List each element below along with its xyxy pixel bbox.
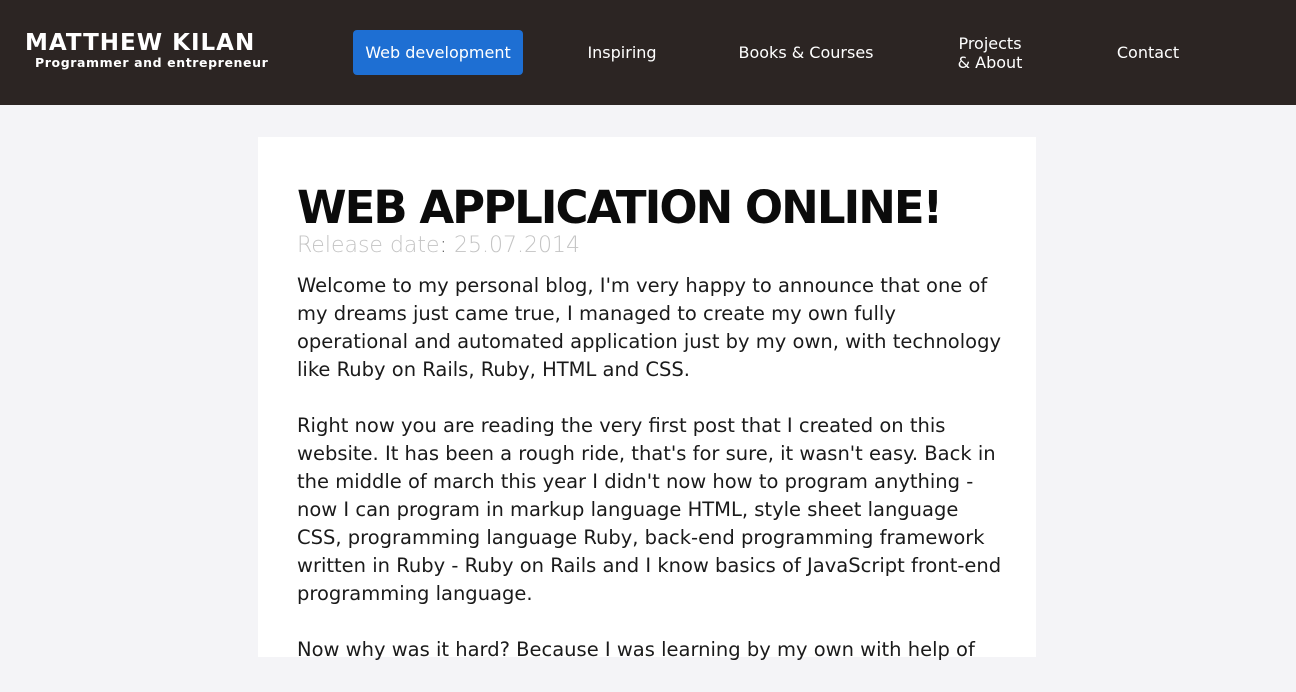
brand-tagline: Programmer and entrepreneur (35, 55, 269, 70)
brand-name[interactable]: MATTHEW KILAN (25, 30, 268, 56)
nav-projects-about[interactable]: Projects & About (930, 30, 1050, 75)
nav-label-contact: Contact (1116, 43, 1180, 62)
nav-books-courses[interactable]: Books & Courses (726, 30, 886, 75)
post-paragraph: Now why was it hard? Because I was learn… (297, 638, 975, 661)
nav-web-development[interactable]: Web development (353, 30, 523, 75)
post-body: Welcome to my personal blog, I'm very ha… (297, 272, 1002, 692)
site-header: MATTHEW KILAN Programmer and entrepreneu… (0, 0, 1296, 105)
nav-label-projects: Projects (958, 33, 1022, 53)
nav-label-books-courses: Books & Courses (738, 43, 874, 62)
nav-label-inspiring: Inspiring (587, 43, 657, 62)
post-paragraph: Welcome to my personal blog, I'm very ha… (297, 274, 1001, 381)
release-date-line: Release date: 25.07.2014 (297, 232, 580, 260)
post-paragraph: Right now you are reading the very first… (297, 414, 1002, 605)
nav-inspiring[interactable]: Inspiring (562, 30, 682, 75)
nav-label-about: & About (957, 52, 1023, 72)
release-date-value: 25.07.2014 (453, 233, 580, 258)
site-brand[interactable]: MATTHEW KILAN Programmer and entrepreneu… (25, 30, 268, 70)
nav-label-web-development: Web development (365, 43, 511, 62)
release-label: Release date (297, 233, 440, 258)
nav-contact[interactable]: Contact (1098, 30, 1198, 75)
release-separator: : (439, 233, 447, 258)
post-title: WEB APPLICATION ONLINE! (297, 181, 943, 234)
